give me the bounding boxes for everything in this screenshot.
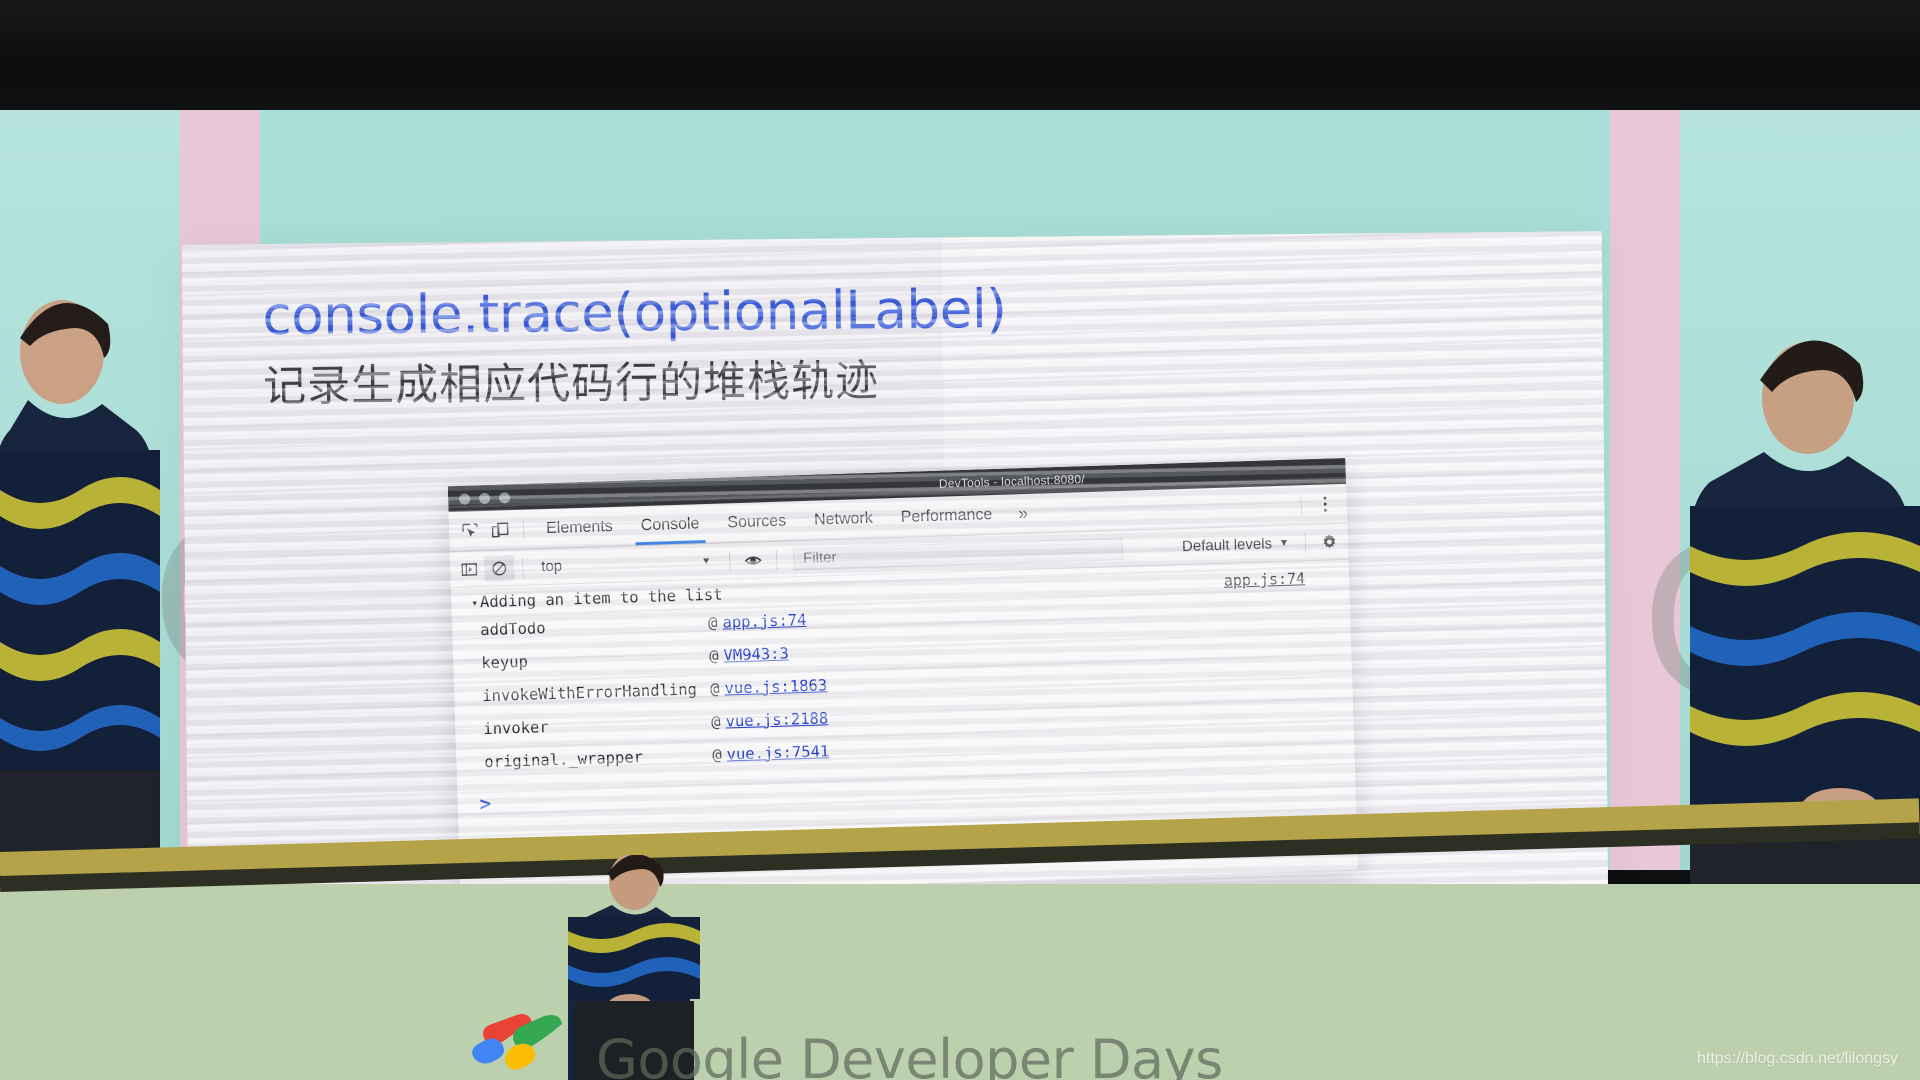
stack-frame-function: invokeWithErrorHandling bbox=[482, 679, 698, 705]
toolbar-divider-3 bbox=[728, 550, 731, 571]
stack-frame-at: @ bbox=[709, 679, 720, 698]
gdd-wordmark: Google Developer Days bbox=[596, 1028, 1223, 1080]
stack-frame-function: original._wrapper bbox=[484, 747, 644, 771]
stack-frame-at: @ bbox=[710, 712, 721, 731]
console-prompt-icon[interactable]: > bbox=[479, 793, 491, 815]
ceiling-band bbox=[0, 0, 1920, 128]
back-wall: G G bbox=[0, 110, 1920, 990]
stage-photo: G G bbox=[0, 0, 1920, 1080]
disclosure-triangle-icon[interactable]: ▾ bbox=[471, 596, 478, 609]
slide-title: console.trace(optionalLabel) bbox=[262, 278, 1007, 348]
tab-console[interactable]: Console bbox=[626, 504, 714, 545]
stack-frame-at: @ bbox=[708, 646, 719, 665]
stack-frame-source-link[interactable]: vue.js:2188 bbox=[725, 709, 828, 730]
tab-network[interactable]: Network bbox=[799, 499, 887, 540]
watermark: https://blog.csdn.net/lilongsy bbox=[1696, 1050, 1898, 1067]
more-tabs-icon[interactable]: » bbox=[1006, 503, 1041, 525]
slide-subtitle: 记录生成相应代码行的堆栈轨迹 bbox=[262, 356, 880, 413]
stack-frame-source-link[interactable]: vue.js:7541 bbox=[726, 742, 829, 763]
toolbar-divider-5 bbox=[1304, 532, 1307, 553]
device-toolbar-icon[interactable] bbox=[485, 515, 516, 546]
menu-divider bbox=[1300, 494, 1303, 515]
chevron-down-icon-levels: ▼ bbox=[1278, 537, 1290, 550]
execution-context-value: top bbox=[541, 557, 563, 576]
chevron-down-icon: ▼ bbox=[701, 555, 712, 568]
stack-frame-source-link[interactable]: vue.js:1863 bbox=[724, 676, 827, 697]
toolbar-divider-4 bbox=[775, 549, 778, 570]
tab-performance[interactable]: Performance bbox=[886, 495, 1007, 537]
log-levels-label: Default levels bbox=[1181, 535, 1273, 556]
filter-input[interactable]: Filter bbox=[792, 537, 1124, 570]
execution-context-select[interactable]: top ▼ bbox=[531, 549, 722, 579]
toolbar-divider bbox=[522, 519, 525, 540]
toolbar-divider-2 bbox=[521, 557, 524, 578]
stack-frame-source-link[interactable]: app.js:74 bbox=[722, 610, 807, 631]
stack-frame-source-link[interactable]: VM943:3 bbox=[723, 644, 789, 664]
wall-accent-right bbox=[1610, 110, 1680, 870]
devtools-menu-icon[interactable] bbox=[1309, 493, 1341, 515]
eye-icon[interactable] bbox=[738, 547, 769, 574]
stack-frame-function: invoker bbox=[483, 717, 549, 738]
gdd-logo-icon bbox=[472, 1014, 562, 1070]
stack-frame-function: keyup bbox=[480, 652, 529, 672]
stack-frame-function: addTodo bbox=[479, 618, 546, 639]
filter-placeholder: Filter bbox=[802, 548, 837, 567]
gear-icon[interactable] bbox=[1313, 529, 1344, 556]
stack-frame-at: @ bbox=[711, 745, 722, 764]
inspect-element-icon[interactable] bbox=[455, 515, 486, 546]
console-sidebar-icon[interactable] bbox=[454, 556, 485, 583]
devtools-menu-wrap bbox=[1292, 493, 1341, 515]
clear-console-icon[interactable] bbox=[483, 554, 515, 582]
tab-sources[interactable]: Sources bbox=[713, 502, 801, 543]
tab-elements[interactable]: Elements bbox=[532, 507, 628, 548]
log-levels-select[interactable]: Default levels ▼ bbox=[1182, 534, 1297, 555]
stack-frame-at: @ bbox=[707, 613, 718, 632]
console-message-source[interactable]: app.js:74 bbox=[1224, 569, 1306, 590]
